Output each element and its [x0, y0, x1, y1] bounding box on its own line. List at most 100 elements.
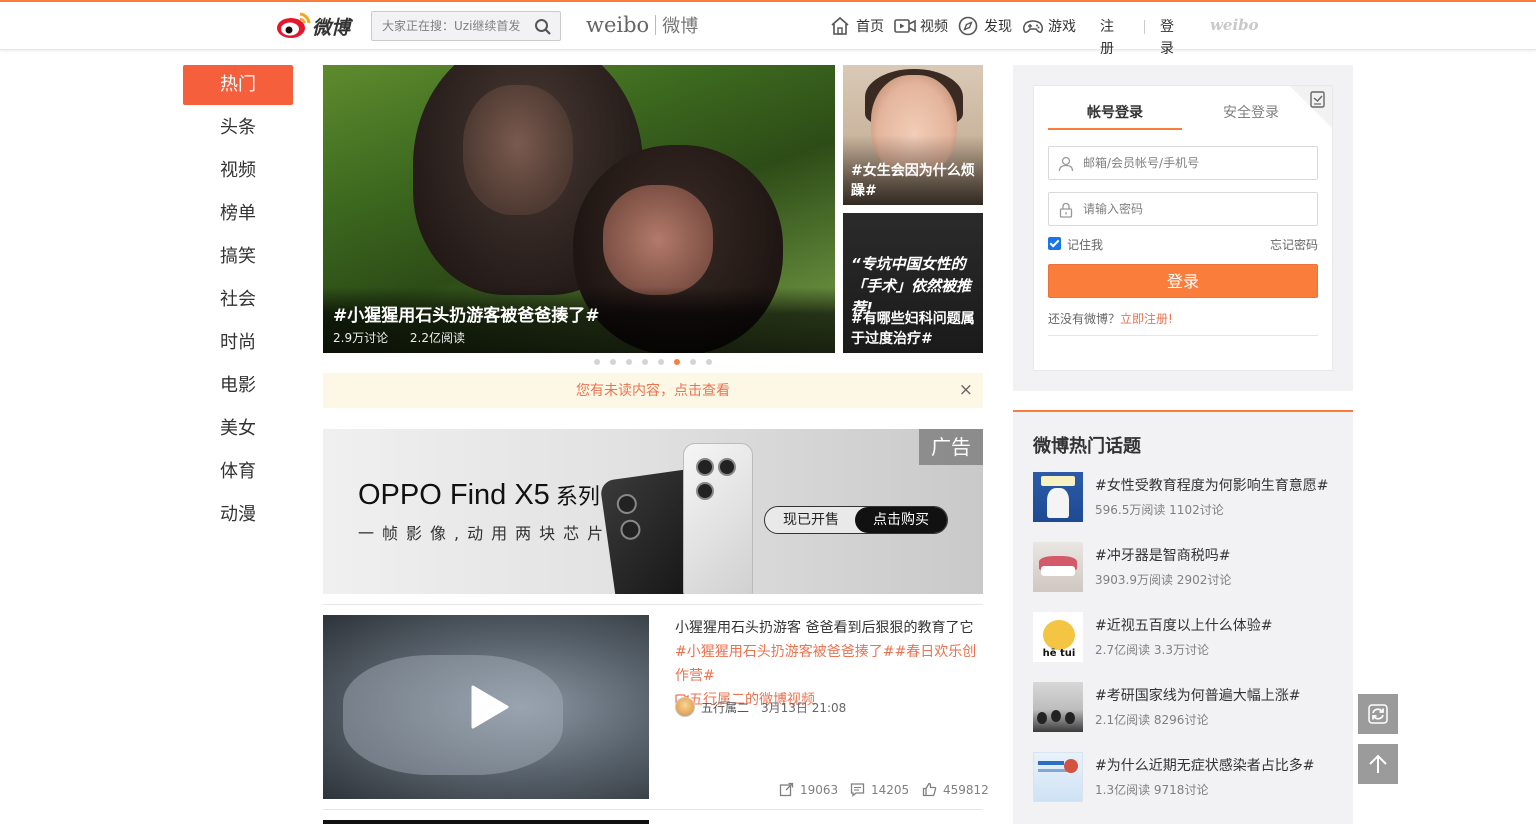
topic-virus-mark	[1064, 759, 1078, 773]
carousel-dot[interactable]	[626, 359, 632, 365]
ad-subtitle: 一帧影像,动用两块芯片	[358, 524, 612, 543]
play-icon[interactable]	[469, 685, 509, 729]
carousel-dot[interactable]	[690, 359, 696, 365]
carousel-main-slide[interactable]: #小猩猩用石头扔游客被爸爸揍了# 2.9万讨论 2.2亿阅读	[323, 65, 835, 353]
category-hot[interactable]: 热门	[183, 65, 293, 105]
chimp-adult-face	[463, 85, 573, 215]
logo-text: 微博	[312, 17, 351, 39]
username-input[interactable]	[1083, 147, 1313, 179]
nav-register[interactable]: 注册	[1100, 16, 1114, 60]
category-sports[interactable]: 体育	[183, 452, 293, 492]
ad-buy-button[interactable]: 点击购买	[855, 507, 947, 533]
category-anime[interactable]: 动漫	[183, 495, 293, 535]
brand-cn: 微博	[662, 16, 699, 37]
camera-lens	[615, 492, 639, 516]
topic-teeth	[1041, 566, 1075, 576]
nav-home-label: 首页	[856, 19, 884, 35]
gamepad-icon	[1022, 20, 1044, 33]
topic-meta: 2.7亿阅读 3.3万讨论	[1095, 643, 1209, 657]
category-fashion[interactable]: 时尚	[183, 323, 293, 363]
login-box: 帐号登录 安全登录 记住我 忘记密码 登录 还没有微博？立即注册!	[1033, 85, 1333, 371]
hot-topic-item[interactable]: #女性受教育程度为何影响生育意愿# 596.5万阅读 1102讨论	[1033, 472, 1343, 522]
carousel-dot[interactable]	[642, 359, 648, 365]
topic-figure	[1047, 488, 1069, 518]
hot-topics-panel: 微博热门话题 #女性受教育程度为何影响生育意愿# 596.5万阅读 1102讨论…	[1013, 410, 1353, 824]
register-line: 还没有微博？立即注册!	[1048, 310, 1173, 327]
user-icon	[1058, 156, 1074, 172]
avatar[interactable]	[675, 697, 695, 717]
author-name[interactable]: 五行属二	[701, 699, 749, 716]
tab-account-login[interactable]: 帐号登录	[1048, 102, 1182, 130]
remember-me-checkbox[interactable]	[1048, 237, 1061, 250]
carousel-title[interactable]: #小猩猩用石头扔游客被爸爸揍了#	[333, 301, 600, 326]
post-title[interactable]: 小猩猩用石头扔游客 爸爸看到后狠狠的教育了它	[675, 620, 973, 636]
top-header: 微博 weibo 微博 首页 视频	[0, 2, 1536, 57]
hot-topic-item[interactable]: #考研国家线为何普遍大幅上涨# 2.1亿阅读 8296讨论	[1033, 682, 1343, 732]
category-rankings[interactable]: 榜单	[183, 194, 293, 234]
camera-lens	[619, 518, 642, 542]
back-to-top-button[interactable]	[1358, 744, 1398, 784]
topic-title: #近视五百度以上什么体验#	[1095, 618, 1273, 634]
qr-login-corner[interactable]	[1290, 86, 1332, 128]
close-icon[interactable]: ×	[959, 382, 973, 399]
brand-divider	[655, 15, 657, 35]
refresh-button[interactable]	[1358, 694, 1398, 734]
repost-icon	[779, 782, 794, 797]
ad-badge: 广告	[919, 429, 983, 465]
ad-on-sale-label: 现已开售	[783, 512, 839, 528]
compass-icon	[958, 16, 978, 36]
divider	[323, 604, 983, 605]
category-funny[interactable]: 搞笑	[183, 237, 293, 277]
weibo-logo[interactable]: 微博	[276, 10, 358, 40]
category-beauty[interactable]: 美女	[183, 409, 293, 449]
topic-title: #女性受教育程度为何影响生育意愿#	[1095, 478, 1329, 494]
topic-title: #为什么近期无症状感染者占比多#	[1095, 758, 1315, 774]
ad-banner[interactable]: OPPO Find X5 系列 一帧影像,动用两块芯片 现已开售 点击购买 广告	[323, 429, 983, 594]
brand-en: weibo	[586, 13, 650, 37]
topic-thumbnail	[1033, 472, 1083, 522]
qr-switch-icon	[1310, 91, 1325, 108]
camera-lens	[696, 458, 714, 476]
unread-notice-text[interactable]: 您有未读内容，点击查看	[323, 373, 983, 409]
weibo-mini-logo: weibo	[1210, 16, 1259, 34]
password-input[interactable]	[1083, 193, 1313, 225]
category-movies[interactable]: 电影	[183, 366, 293, 406]
login-button[interactable]: 登录	[1048, 264, 1318, 298]
post-hashtags[interactable]: #小猩猩用石头扔游客被爸爸揍了##春日欢乐创作营#	[675, 644, 976, 684]
divider	[323, 809, 983, 810]
hot-topic-item[interactable]: #为什么近期无症状感染者占比多# 1.3亿阅读 9718讨论	[1033, 752, 1343, 802]
topic-thumbnail	[1033, 752, 1083, 802]
forgot-password-link[interactable]: 忘记密码	[1270, 236, 1318, 253]
topic-thumbnail: hē tui	[1033, 612, 1083, 662]
topic-emoji-face	[1043, 620, 1075, 650]
hot-topic-item[interactable]: #冲牙器是智商税吗# 3903.9万阅读 2902讨论	[1033, 542, 1343, 592]
divider	[1048, 335, 1318, 336]
ad-title: OPPO Find X5 系列	[358, 479, 600, 512]
carousel-dot[interactable]	[706, 359, 712, 365]
topic-thumbnail	[1033, 682, 1083, 732]
carousel-discuss-count: 2.9万讨论	[333, 331, 389, 345]
hot-topic-item[interactable]: hē tui #近视五百度以上什么体验# 2.7亿阅读 3.3万讨论	[1033, 612, 1343, 662]
register-now-link[interactable]: 立即注册!	[1120, 312, 1173, 326]
category-video[interactable]: 视频	[183, 151, 293, 191]
carousel-dot-active[interactable]	[674, 359, 680, 365]
ad-cta-pill: 现已开售 点击购买	[764, 506, 948, 534]
carousel-dot[interactable]	[658, 359, 664, 365]
side-card-1-text: #女生会因为什么烦躁#	[851, 163, 975, 199]
camera-lens	[718, 458, 736, 476]
next-post-thumbnail[interactable]	[323, 820, 649, 824]
category-headlines[interactable]: 头条	[183, 108, 293, 148]
unread-notice: 您有未读内容，点击查看 ×	[323, 373, 983, 408]
carousel-side-card-1[interactable]: #女生会因为什么烦躁#	[843, 65, 983, 205]
comment-count: 14205	[871, 783, 910, 797]
category-society[interactable]: 社会	[183, 280, 293, 320]
search-icon[interactable]	[534, 18, 552, 36]
carousel-dot[interactable]	[610, 359, 616, 365]
video-thumbnail[interactable]	[323, 615, 649, 799]
nav-login[interactable]: 登录	[1160, 16, 1174, 60]
weibo-brand: weibo 微博	[586, 12, 698, 38]
carousel-dot[interactable]	[594, 359, 600, 365]
search-input[interactable]	[372, 12, 532, 40]
ad-title-main: OPPO Find X5	[358, 479, 550, 511]
carousel-side-card-2[interactable]: “专坑中国女性的「手术」依然被推荐! #有哪些妇科问题属于过度治疗#	[843, 213, 983, 353]
